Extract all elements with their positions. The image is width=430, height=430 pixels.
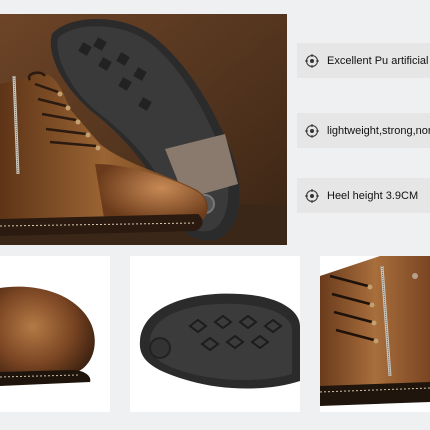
hero-product-photo: [0, 14, 287, 245]
bullet-target-icon: [305, 123, 319, 138]
bullet-target-icon: [305, 53, 319, 68]
feature-item-sole: lightweight,strong,non-s: [297, 113, 430, 148]
feature-text: Heel height 3.9CM: [327, 189, 419, 202]
feature-text: Excellent Pu artificial: [327, 54, 429, 67]
feature-item-material: Excellent Pu artificial: [297, 43, 430, 78]
detail-photo-outsole: [130, 256, 300, 412]
bullet-target-icon: [305, 188, 319, 203]
detail-photo-toe: [0, 256, 110, 412]
feature-text: lightweight,strong,non-s: [327, 124, 430, 137]
feature-item-heel-height: Heel height 3.9CM: [297, 178, 430, 213]
detail-photo-laces: [320, 256, 430, 412]
